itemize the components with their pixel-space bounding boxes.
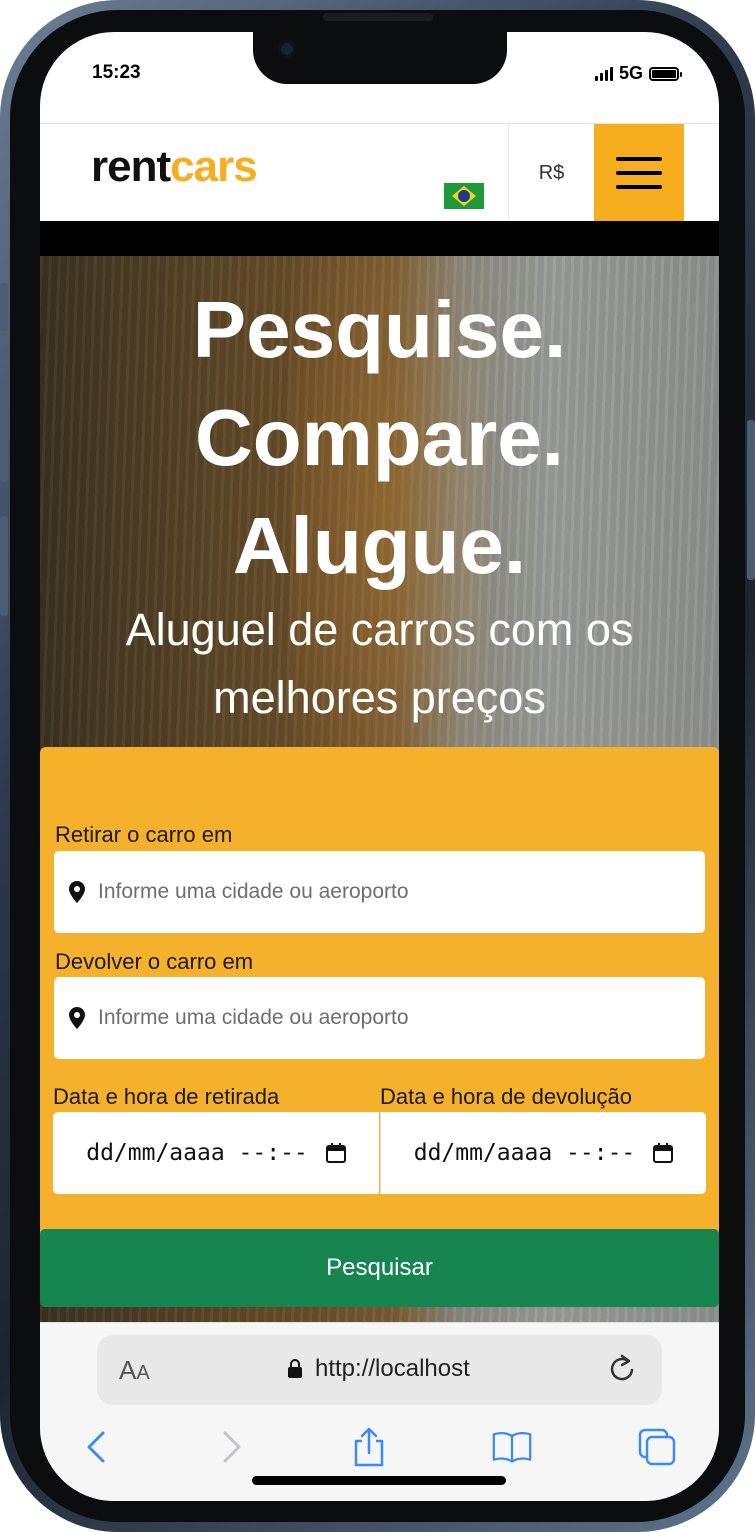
lock-icon	[288, 1359, 302, 1378]
power-button	[747, 420, 755, 580]
volume-down-button	[0, 516, 8, 616]
front-camera	[278, 40, 296, 58]
hamburger-menu-button[interactable]	[594, 124, 684, 222]
dropoff-datetime-value: dd/mm/aaaa --:--	[413, 1140, 636, 1166]
brazil-flag-icon[interactable]	[444, 183, 484, 209]
volume-up-button	[0, 382, 8, 482]
currency-selector[interactable]: R$	[508, 124, 594, 222]
pickup-datetime-value: dd/mm/aaaa --:--	[86, 1140, 308, 1166]
dropoff-datetime-input[interactable]: dd/mm/aaaa --:--	[380, 1112, 706, 1194]
calendar-icon[interactable]	[325, 1143, 346, 1163]
location-pin-icon	[69, 881, 85, 903]
screen: 15:23 5G rentcars R$ Pesquise. Compare. …	[40, 32, 719, 1501]
notch	[253, 32, 507, 84]
network-type: 5G	[618, 63, 643, 83]
tabs-icon[interactable]	[637, 1427, 677, 1467]
status-time: 15:23	[92, 62, 141, 83]
battery-icon	[649, 66, 682, 81]
pickup-location-label: Retirar o carro em	[55, 822, 233, 847]
hero-title-line: Compare.	[195, 393, 564, 482]
pickup-datetime-input[interactable]: dd/mm/aaaa --:--	[53, 1112, 379, 1194]
logo-text-cars: cars	[170, 142, 258, 191]
search-submit-button[interactable]: Pesquisar	[40, 1229, 719, 1307]
url-text[interactable]: http://localhost	[315, 1355, 470, 1383]
dropoff-location-field[interactable]	[54, 977, 705, 1059]
mute-switch	[0, 283, 8, 331]
dropoff-datetime-label: Data e hora de devolução	[380, 1084, 632, 1109]
pickup-location-field[interactable]	[54, 851, 705, 933]
share-icon[interactable]	[349, 1427, 389, 1467]
header-divider	[40, 221, 719, 256]
currency-label: R$	[538, 161, 565, 184]
site-header: rentcars R$	[40, 123, 719, 222]
reload-icon[interactable]	[608, 1353, 638, 1385]
back-icon[interactable]	[78, 1427, 118, 1467]
browser-toolbar: AA http://localhost	[40, 1322, 719, 1501]
hero-title-line: Alugue.	[232, 501, 527, 590]
forward-icon[interactable]	[210, 1427, 250, 1467]
logo-text-rent: rent	[91, 142, 171, 191]
status-indicators: 5G	[594, 63, 682, 84]
dropoff-location-input[interactable]	[98, 1006, 658, 1030]
bookmarks-icon[interactable]	[492, 1427, 532, 1467]
pickup-datetime-label: Data e hora de retirada	[53, 1084, 280, 1109]
address-bar[interactable]: AA http://localhost	[97, 1335, 662, 1405]
signal-icon	[594, 66, 613, 81]
home-indicator[interactable]	[252, 1476, 506, 1485]
hero-subtitle: Aluguel de carros com os melhores preços	[125, 604, 634, 723]
hero-title-line: Pesquise.	[192, 285, 567, 374]
speaker	[323, 13, 433, 21]
hero-title: Pesquise. Compare. Alugue.	[40, 276, 719, 600]
pickup-location-input[interactable]	[98, 880, 658, 904]
dropoff-location-label: Devolver o carro em	[55, 949, 254, 974]
text-size-large-letter: A	[119, 1355, 137, 1385]
text-size-small-letter: A	[136, 1362, 150, 1384]
location-pin-icon	[69, 1007, 85, 1029]
text-size-button[interactable]: AA	[119, 1355, 150, 1386]
rentcars-logo[interactable]: rentcars	[91, 142, 258, 192]
calendar-icon[interactable]	[653, 1143, 674, 1163]
